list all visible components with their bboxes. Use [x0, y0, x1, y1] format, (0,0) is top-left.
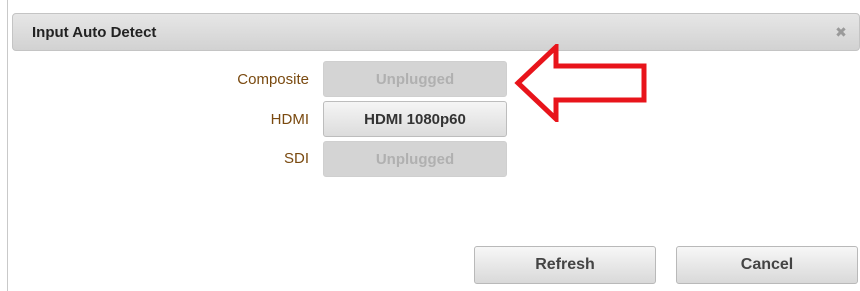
sdi-status-button[interactable]: Unplugged — [323, 141, 507, 177]
close-icon[interactable]: ✖ — [833, 24, 849, 40]
hdmi-status-button[interactable]: HDMI 1080p60 — [323, 101, 507, 137]
composite-status-button[interactable]: Unplugged — [323, 61, 507, 97]
dialog-title: Input Auto Detect — [32, 24, 157, 41]
input-auto-detect-dialog: Input Auto Detect ✖ Composite Unplugged … — [7, 0, 860, 291]
red-arrow-icon — [514, 44, 647, 122]
cancel-button[interactable]: Cancel — [676, 246, 858, 284]
hdmi-label: HDMI — [270, 111, 309, 128]
composite-label: Composite — [237, 71, 309, 88]
dialog-titlebar: Input Auto Detect ✖ — [12, 13, 860, 51]
refresh-button[interactable]: Refresh — [474, 246, 656, 284]
sdi-label: SDI — [283, 150, 309, 167]
